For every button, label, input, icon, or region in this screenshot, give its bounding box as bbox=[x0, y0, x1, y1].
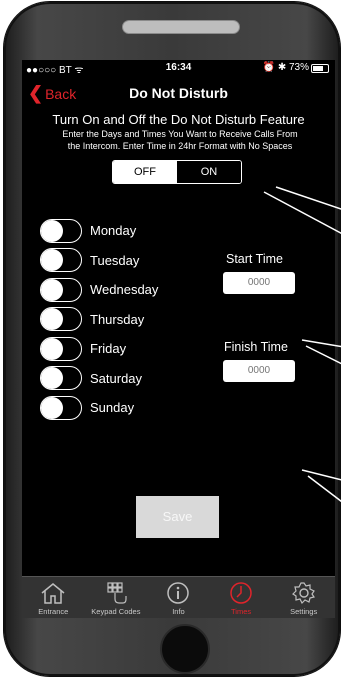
callout-lines bbox=[263, 186, 350, 509]
callout-line-segment bbox=[275, 186, 350, 213]
callout-line-segment bbox=[263, 191, 350, 239]
callout-line-finish bbox=[305, 345, 350, 369]
